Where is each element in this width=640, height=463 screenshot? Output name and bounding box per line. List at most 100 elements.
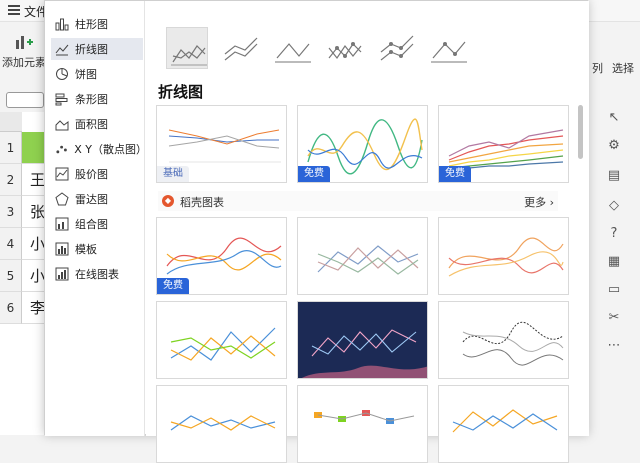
thumb-template-3-preview (448, 237, 564, 277)
more-link[interactable]: 更多 › (524, 194, 554, 210)
online-chart-icon (55, 267, 69, 281)
chart-thumb-template-7[interactable] (156, 385, 287, 463)
chart-thumb-basic[interactable]: 基础 (156, 105, 287, 183)
image-icon[interactable]: ▭ (606, 282, 622, 298)
settings-sliders-icon[interactable]: ⚙ (606, 138, 622, 154)
chart-thumb-template-4[interactable] (156, 301, 287, 379)
section-title: 折线图 (158, 83, 204, 101)
row-header[interactable]: 6 (0, 292, 22, 324)
line-stacked-markers-icon (380, 35, 414, 61)
subtype-line-stacked-markers[interactable] (374, 27, 416, 69)
thumb-template-5-preview (302, 329, 427, 378)
subtype-line-percent[interactable] (270, 27, 312, 69)
subtype-line-percent-markers[interactable] (426, 27, 468, 69)
thumb-template-7-preview (170, 415, 276, 431)
column-button[interactable]: 列 (592, 60, 603, 76)
chart-thumb-template-2[interactable] (297, 217, 428, 295)
category-scatter[interactable]: X Y（散点图） (51, 138, 147, 160)
line-basic-icon (171, 45, 207, 66)
row-header[interactable]: 5 (0, 260, 22, 292)
category-online[interactable]: 在线图表 (51, 263, 143, 285)
chart-thumb-template-5[interactable] (297, 301, 428, 379)
category-label: 柱形图 (75, 18, 108, 31)
area-chart-icon (55, 120, 69, 131)
select-button[interactable]: 选择 (612, 60, 634, 76)
chart-thumb-template-1[interactable]: 免费 (156, 217, 287, 295)
chart-thumb-template-6[interactable] (438, 301, 569, 379)
name-box-area (0, 92, 48, 112)
row-header[interactable]: 1 (0, 132, 22, 164)
category-label: 条形图 (75, 93, 108, 106)
template-icon (55, 242, 69, 256)
shape-icon[interactable]: ◇ (606, 198, 622, 214)
help-icon[interactable]: ? (606, 226, 622, 242)
subtype-line-basic[interactable] (166, 27, 208, 69)
thumb-template-2-preview (317, 245, 419, 275)
bar-chart-icon (55, 93, 68, 106)
category-label: 模板 (75, 243, 97, 256)
category-label: X Y（散点图） (74, 143, 147, 156)
free-badge: 免费 (439, 166, 471, 182)
chart-thumb-template-3[interactable] (438, 217, 569, 295)
line-chart-icon (55, 44, 69, 56)
stock-chart-icon (55, 167, 69, 181)
chart-thumb-template-9[interactable] (438, 385, 569, 463)
daoke-title: 稻壳图表 (180, 196, 224, 209)
category-bar[interactable]: 条形图 (51, 88, 143, 110)
hamburger-menu-icon[interactable] (8, 5, 20, 15)
category-stock[interactable]: 股价图 (51, 163, 143, 185)
thumb-template-8-preview (314, 410, 415, 424)
category-line[interactable]: 折线图 (51, 38, 143, 60)
thumb-template-4-preview (170, 327, 276, 361)
line-stacked-icon (224, 37, 258, 61)
line-percent-icon (275, 43, 311, 63)
gallery-scrollbar[interactable] (578, 105, 583, 159)
row-header[interactable]: 2 (0, 164, 22, 196)
radar-chart-icon (55, 192, 69, 206)
right-sidebar: ↖ ⚙ ▤ ◇ ? ▦ ▭ ✂ ⋯ (588, 100, 640, 435)
category-label: 在线图表 (75, 268, 119, 281)
more-label: 更多 (524, 196, 547, 209)
column-chart-icon (55, 18, 69, 31)
thumb-template-9-preview (452, 409, 558, 433)
chart-category-list: 柱形图 折线图 饼图 条形图 面积图 X Y（散点图） 股价图 雷达图 组合图 … (45, 1, 147, 436)
category-label: 面积图 (75, 118, 108, 131)
chart-thumb-free-1[interactable]: 免费 (297, 105, 428, 183)
category-radar[interactable]: 雷达图 (51, 188, 143, 210)
category-label: 雷达图 (75, 193, 108, 206)
free-badge: 免费 (157, 278, 189, 294)
sheet-grid: 1 2 王 3 张 4 小 5 小 6 李 (0, 112, 50, 435)
category-combo[interactable]: 组合图 (51, 213, 143, 235)
free-badge: 免费 (298, 166, 330, 182)
row-header[interactable]: 3 (0, 196, 22, 228)
category-column[interactable]: 柱形图 (51, 13, 143, 35)
select-label: 选择 (612, 62, 634, 75)
add-element-label: 添加元素 (2, 56, 46, 69)
chart-thumb-template-8[interactable] (297, 385, 428, 463)
subtype-line-stacked[interactable] (218, 27, 260, 69)
chart-gallery: 折线图 基础 免费 免费 ◆ 稻壳图表 更多 › 免费 (146, 1, 589, 463)
daoke-logo-icon: ◆ (162, 195, 174, 207)
add-element-button[interactable]: 添加元素 (2, 34, 46, 70)
more-tools-icon[interactable]: ⋯ (606, 338, 622, 354)
pie-chart-icon (56, 68, 68, 80)
daoke-charts-header: ◆ 稻壳图表 更多 › (158, 191, 558, 211)
line-percent-markers-icon (431, 41, 467, 63)
column-label: 列 (592, 62, 603, 75)
category-template[interactable]: 模板 (51, 238, 143, 260)
category-label: 饼图 (75, 68, 97, 81)
tools-icon[interactable]: ✂ (606, 310, 622, 326)
category-label: 股价图 (75, 168, 108, 181)
select-all-corner[interactable] (0, 112, 22, 132)
line-markers-icon (328, 42, 362, 60)
chart-thumb-free-2[interactable]: 免费 (438, 105, 569, 183)
style-icon[interactable]: ▤ (606, 168, 622, 184)
table-icon[interactable]: ▦ (606, 254, 622, 270)
cursor-icon[interactable]: ↖ (606, 110, 622, 126)
category-area[interactable]: 面积图 (51, 113, 143, 135)
row-header[interactable]: 4 (0, 228, 22, 260)
name-box[interactable] (6, 92, 44, 108)
category-pie[interactable]: 饼图 (51, 63, 143, 85)
category-label: 折线图 (75, 43, 108, 56)
subtype-line-markers[interactable] (322, 27, 364, 69)
